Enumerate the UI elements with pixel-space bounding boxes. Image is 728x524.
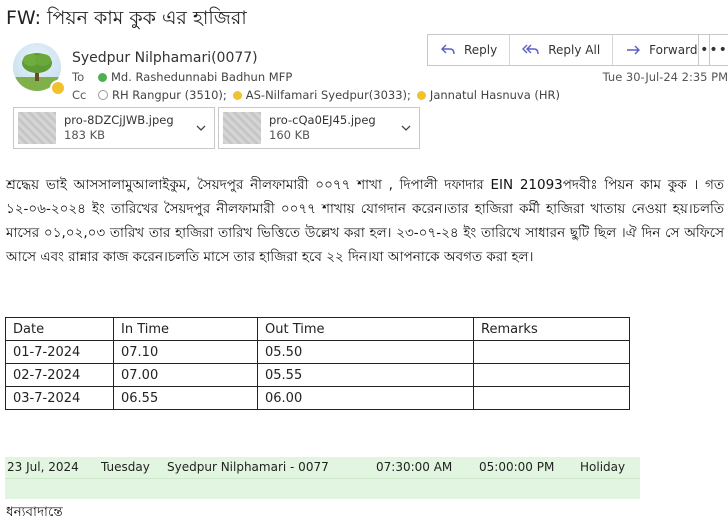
reply-all-button[interactable]: Reply All <box>510 35 614 65</box>
presence-available-icon <box>98 72 107 82</box>
column-header: Remarks <box>473 317 630 341</box>
reply-all-icon <box>522 44 539 55</box>
chevron-down-icon[interactable] <box>401 125 411 131</box>
image-thumbnail <box>223 112 261 144</box>
table-cell: 05.50 <box>257 340 474 364</box>
to-label: To <box>72 70 85 84</box>
reply-button[interactable]: Reply <box>428 35 511 65</box>
signoff-text: ধন্যবাদান্তে <box>6 504 63 520</box>
attachment-name: pro-cQa0EJ45.jpeg <box>269 113 376 127</box>
attachment-size: 160 KB <box>269 128 311 142</box>
table-cell: 06.55 <box>113 386 258 410</box>
holiday-record: 23 Jul, 2024 Tuesday Syedpur Nilphamari … <box>5 457 640 499</box>
forward-button[interactable]: Forward <box>613 35 709 65</box>
table-cell: 07.10 <box>113 340 258 364</box>
to-recipient[interactable]: Md. Rashedunnabi Badhun MFP <box>111 70 292 84</box>
table-cell <box>473 340 630 364</box>
attachment-card[interactable]: pro-8DZCjJWB.jpeg 183 KB <box>13 107 215 149</box>
table-row: 02-7-2024 07.00 05.55 <box>5 363 630 387</box>
cc-label: Cc <box>72 88 87 102</box>
table-cell: 06.00 <box>257 386 474 410</box>
holiday-out-time: 05:00:00 PM <box>479 460 555 474</box>
more-actions-button[interactable]: ••• <box>698 34 728 66</box>
forward-icon <box>627 45 641 55</box>
reply-icon <box>441 44 455 55</box>
cc-recipient[interactable]: Jannatul Hasnuva (HR) <box>430 88 560 102</box>
holiday-in-time: 07:30:00 AM <box>376 460 453 474</box>
table-row: 01-7-2024 07.10 05.50 <box>5 340 630 364</box>
table-header-row: Date In Time Out Time Remarks <box>5 317 630 341</box>
attachment-name: pro-8DZCjJWB.jpeg <box>64 113 174 127</box>
message-body: শ্রদ্ধেয় ভাই আসসালামুআলাইকুম, সৈয়দপুর … <box>6 177 724 265</box>
holiday-row: 23 Jul, 2024 Tuesday Syedpur Nilphamari … <box>5 457 640 479</box>
table-cell <box>473 386 630 410</box>
image-thumbnail <box>18 112 56 144</box>
table-cell <box>473 363 630 387</box>
column-header: In Time <box>113 317 258 341</box>
holiday-status: Holiday <box>580 460 626 474</box>
table-row: 03-7-2024 06.55 06.00 <box>5 386 630 410</box>
table-cell: 03-7-2024 <box>5 386 114 410</box>
chevron-down-icon[interactable] <box>196 125 206 131</box>
attachment-card[interactable]: pro-cQa0EJ45.jpeg 160 KB <box>218 107 420 149</box>
presence-unknown-icon <box>98 90 108 100</box>
attachment-size: 183 KB <box>64 128 106 142</box>
holiday-branch: Syedpur Nilphamari - 0077 <box>167 460 329 474</box>
cc-recipient[interactable]: RH Rangpur (3510); <box>112 88 227 102</box>
reply-all-label: Reply All <box>548 43 601 57</box>
table-cell: 05.55 <box>257 363 474 387</box>
sent-timestamp: Tue 30-Jul-24 2:35 PM <box>602 70 728 84</box>
table-cell: 07.00 <box>113 363 258 387</box>
presence-away-icon <box>416 90 426 100</box>
reply-label: Reply <box>464 43 498 57</box>
attendance-table: Date In Time Out Time Remarks 01-7-2024 … <box>5 317 630 410</box>
holiday-day: Tuesday <box>101 460 150 474</box>
to-row: To Md. Rashedunnabi Badhun MFP <box>72 70 292 84</box>
message-actions: Reply Reply All Forward <box>427 34 711 66</box>
column-header: Out Time <box>257 317 474 341</box>
cc-recipient[interactable]: AS-Nilfamari Syedpur(3033); <box>246 88 411 102</box>
column-header: Date <box>5 317 114 341</box>
forward-label: Forward <box>649 43 698 57</box>
email-subject: FW: পিয়ন কাম কুক এর হাজিরা <box>6 7 247 29</box>
holiday-date: 23 Jul, 2024 <box>7 460 79 474</box>
table-cell: 01-7-2024 <box>5 340 114 364</box>
sender-name[interactable]: Syedpur Nilphamari(0077) <box>72 50 258 66</box>
presence-status-icon <box>50 80 66 96</box>
table-cell: 02-7-2024 <box>5 363 114 387</box>
presence-away-icon <box>232 90 242 100</box>
cc-row: Cc RH Rangpur (3510); AS-Nilfamari Syedp… <box>72 88 560 102</box>
